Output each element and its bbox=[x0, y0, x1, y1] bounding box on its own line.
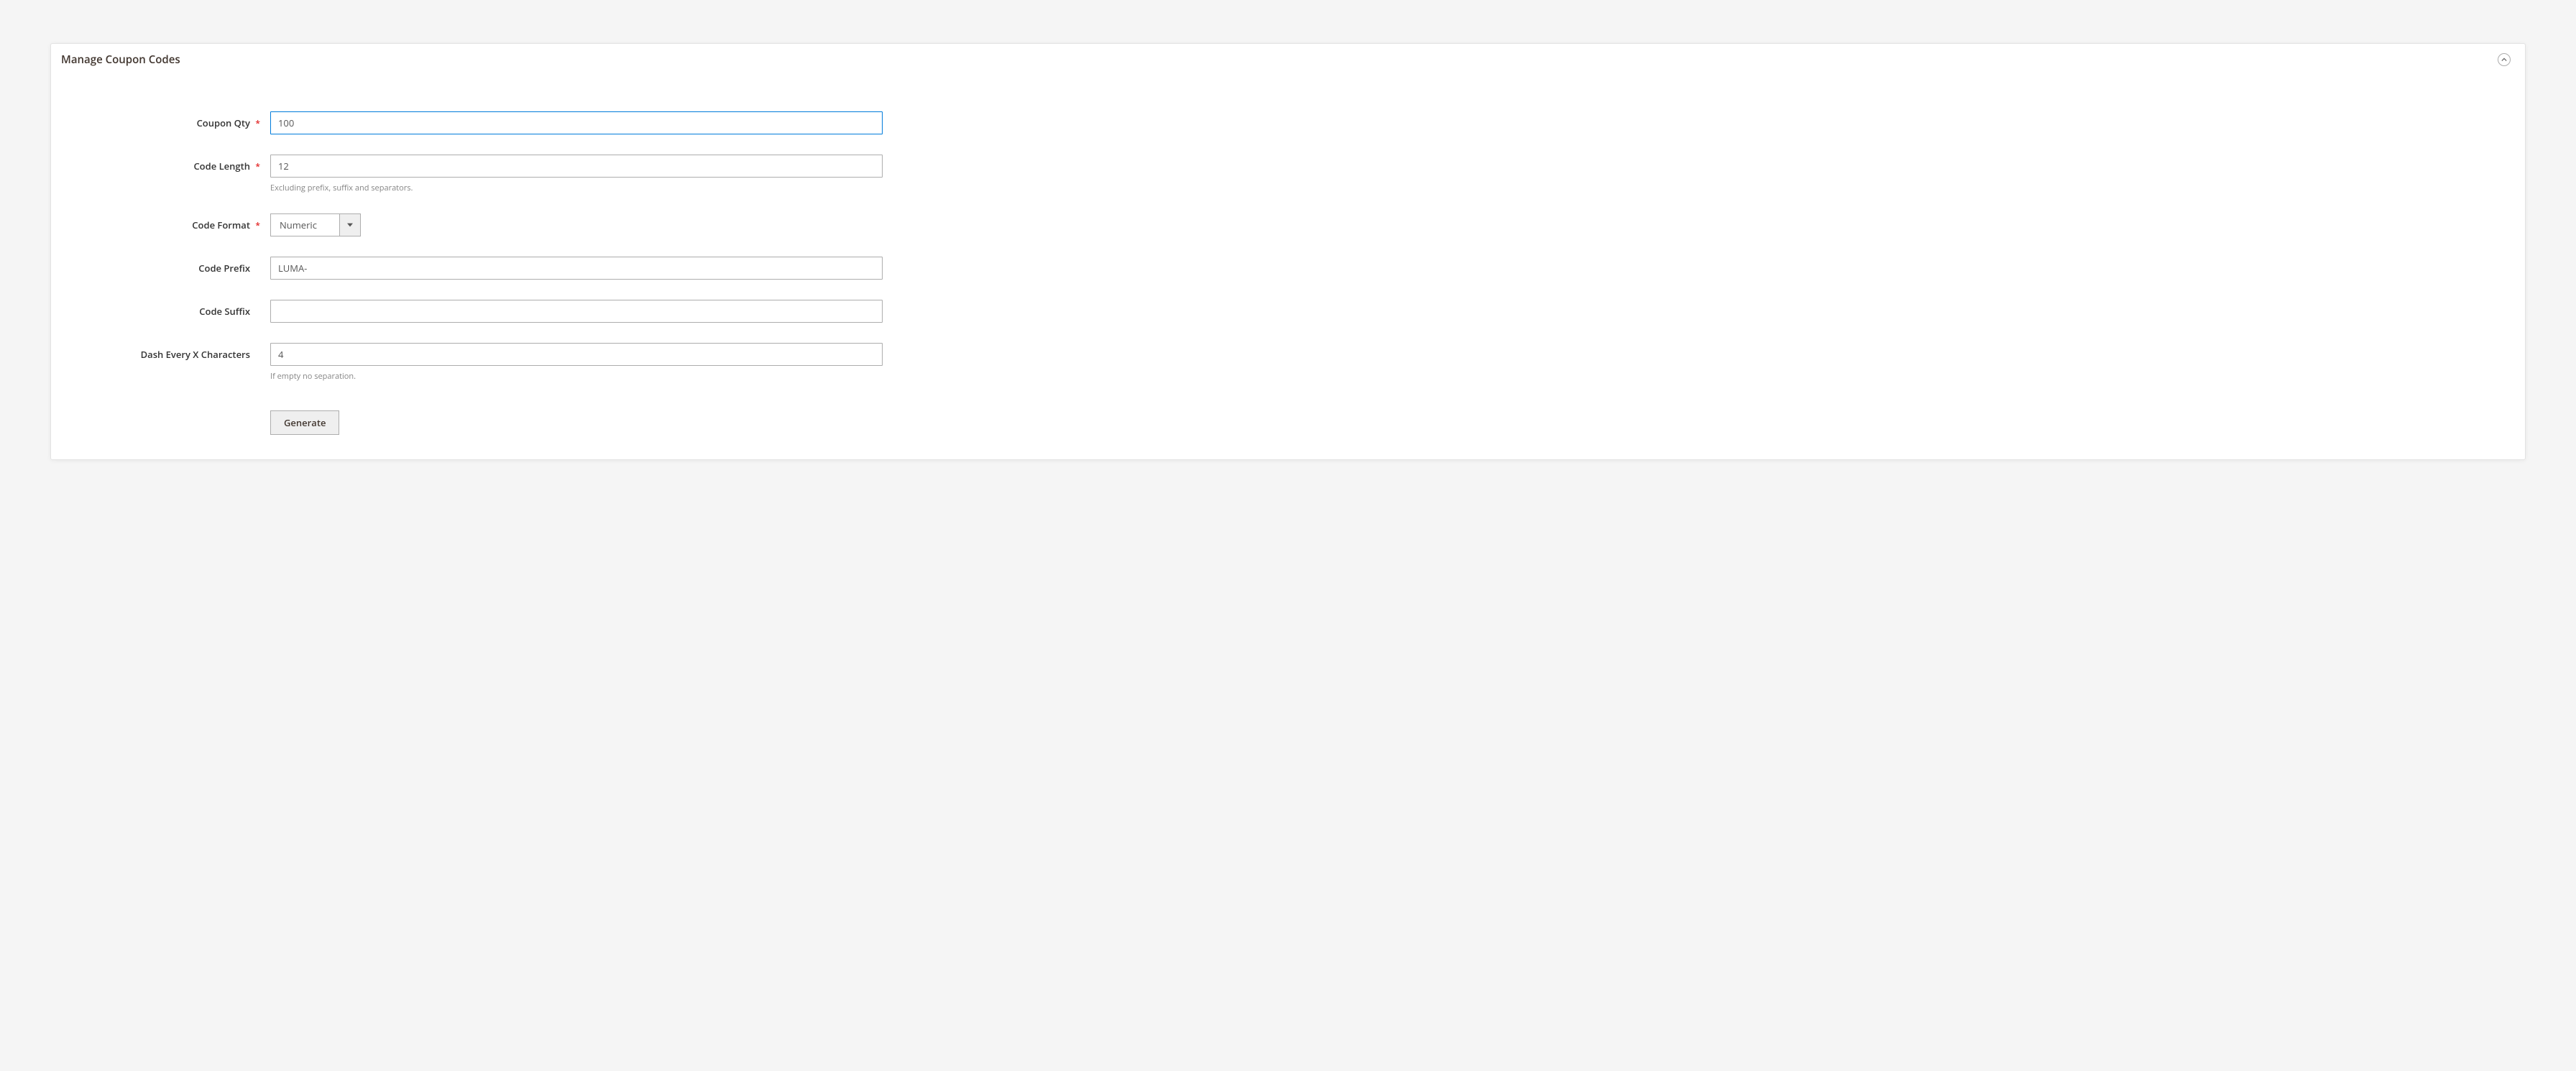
coupon-qty-row: Coupon Qty bbox=[73, 111, 2503, 134]
panel-title: Manage Coupon Codes bbox=[61, 52, 180, 67]
code-length-row: Code Length Excluding prefix, suffix and… bbox=[73, 155, 2503, 193]
panel-header: Manage Coupon Codes bbox=[51, 44, 2525, 75]
code-suffix-row: Code Suffix bbox=[73, 300, 2503, 323]
code-prefix-row: Code Prefix bbox=[73, 257, 2503, 280]
dash-every-label: Dash Every X Characters bbox=[73, 343, 270, 361]
code-length-label: Code Length bbox=[73, 155, 270, 173]
code-length-helper: Excluding prefix, suffix and separators. bbox=[270, 183, 883, 193]
dash-every-helper: If empty no separation. bbox=[270, 371, 883, 382]
code-format-dropdown-arrow[interactable] bbox=[339, 213, 361, 236]
code-format-select[interactable]: Numeric bbox=[270, 213, 361, 236]
code-suffix-input[interactable] bbox=[270, 300, 883, 323]
coupon-qty-input[interactable] bbox=[270, 111, 883, 134]
code-format-value: Numeric bbox=[270, 213, 339, 236]
code-format-row: Code Format Numeric bbox=[73, 213, 2503, 236]
collapse-toggle[interactable] bbox=[2498, 53, 2511, 66]
dash-every-input[interactable] bbox=[270, 343, 883, 366]
generate-button[interactable]: Generate bbox=[270, 410, 339, 435]
code-suffix-label: Code Suffix bbox=[73, 300, 270, 318]
actions-row: Generate bbox=[73, 410, 2503, 435]
code-length-input[interactable] bbox=[270, 155, 883, 178]
chevron-up-icon bbox=[2501, 57, 2507, 63]
code-prefix-input[interactable] bbox=[270, 257, 883, 280]
manage-coupon-codes-panel: Manage Coupon Codes Coupon Qty Code Leng… bbox=[50, 43, 2526, 460]
chevron-down-icon bbox=[347, 223, 353, 227]
dash-every-row: Dash Every X Characters If empty no sepa… bbox=[73, 343, 2503, 382]
code-prefix-label: Code Prefix bbox=[73, 257, 270, 275]
code-format-label: Code Format bbox=[73, 213, 270, 231]
coupon-qty-label: Coupon Qty bbox=[73, 111, 270, 129]
panel-body: Coupon Qty Code Length Excluding prefix,… bbox=[51, 75, 2525, 459]
